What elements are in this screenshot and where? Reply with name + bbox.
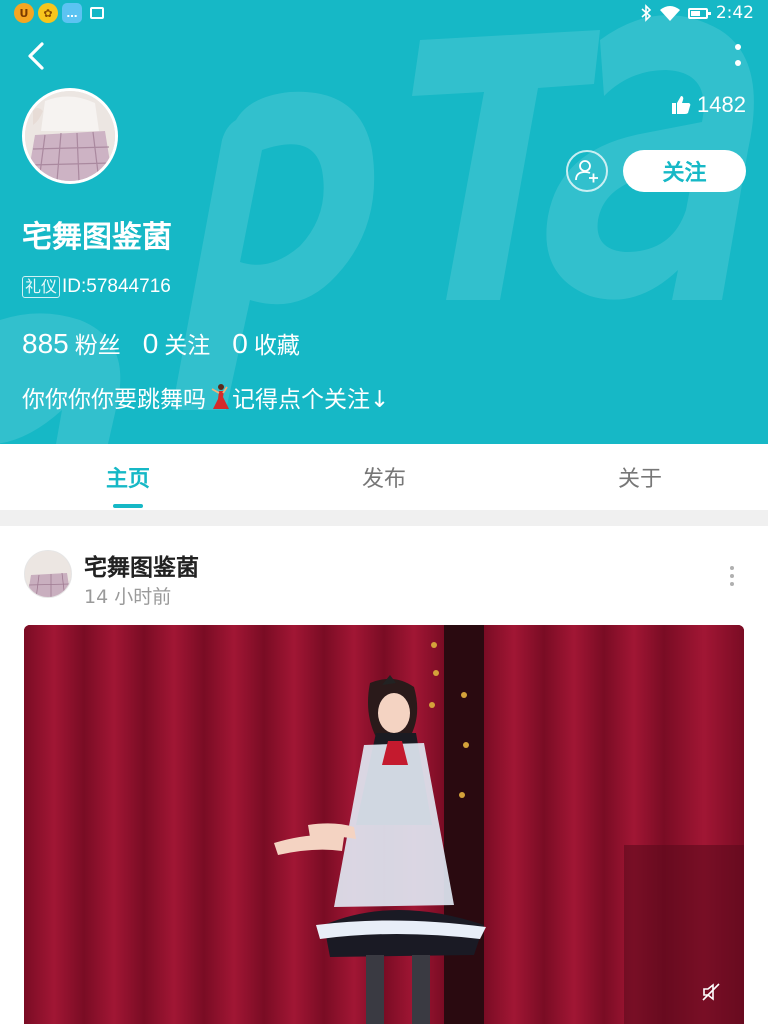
avatar-image: [25, 91, 115, 181]
chevron-left-icon: [28, 42, 44, 70]
add-friend-button[interactable]: [566, 150, 608, 192]
bio-text-end: 记得点个关注↓: [232, 387, 390, 413]
wifi-icon: [659, 6, 680, 21]
tab-about[interactable]: 关于: [512, 444, 768, 510]
profile-id: ID:57844716: [62, 276, 171, 297]
post-video[interactable]: [24, 625, 744, 1024]
mail-icon: [90, 7, 104, 19]
video-thumbnail: [24, 625, 744, 1024]
tab-posts[interactable]: 发布: [256, 444, 512, 510]
followers-label[interactable]: 粉丝: [75, 326, 121, 360]
dot-icon: [730, 582, 734, 586]
status-bar: U ✿ … 2:42: [0, 0, 768, 28]
u-app-icon: U: [14, 3, 34, 23]
profile-bio: 你你你你要跳舞吗 记得点个关注↓: [22, 380, 389, 414]
status-app-icons: U ✿ …: [14, 3, 104, 23]
profile-username: 宅舞图鉴菌: [22, 220, 172, 255]
more-options-button[interactable]: [732, 40, 744, 70]
dot-icon: [735, 44, 741, 50]
profile-avatar[interactable]: [22, 88, 118, 184]
status-indicators: 2:42: [640, 3, 754, 23]
likes-count: 1482: [697, 92, 746, 117]
profile-tabs: 主页 发布 关于: [0, 444, 768, 510]
followers-count[interactable]: 885: [22, 328, 69, 360]
avatar-image: [25, 551, 71, 597]
post-author-avatar[interactable]: [24, 550, 72, 598]
chat-app-icon: …: [62, 3, 82, 23]
status-time: 2:42: [715, 3, 754, 23]
post-more-button[interactable]: [730, 566, 736, 586]
favorites-count[interactable]: 0: [232, 328, 248, 360]
following-count[interactable]: 0: [143, 328, 159, 360]
dancer-emoji-icon: [211, 384, 229, 409]
thumbs-up-icon: [672, 96, 691, 114]
add-user-icon: [575, 160, 598, 183]
profile-stats: 885 粉丝 0 关注 0 收藏: [22, 326, 322, 360]
favorites-label[interactable]: 收藏: [254, 326, 300, 360]
likes-counter: 1482: [671, 92, 746, 118]
dot-icon: [730, 574, 734, 578]
etiquette-badge: 礼仪: [22, 276, 61, 298]
post-timestamp: 14 小时前: [84, 586, 172, 608]
bio-text-start: 你你你你要跳舞吗: [22, 387, 206, 413]
post-author-name[interactable]: 宅舞图鉴菌: [84, 548, 199, 582]
follow-button[interactable]: 关注: [623, 150, 746, 192]
mute-icon[interactable]: [700, 981, 722, 1003]
following-label[interactable]: 关注: [164, 326, 210, 360]
section-divider: [0, 510, 768, 526]
bluetooth-icon: [641, 4, 651, 22]
tab-home[interactable]: 主页: [0, 444, 256, 510]
dot-icon: [730, 566, 734, 570]
profile-header: U ✿ … 2:42 1482 关注 宅舞图鉴菌 礼仪 ID:57844716 …: [0, 0, 768, 444]
battery-icon: [687, 7, 711, 19]
profile-id-row: 礼仪 ID:57844716: [22, 274, 171, 300]
post-card: 宅舞图鉴菌 14 小时前: [0, 526, 768, 1024]
puzzle-app-icon: ✿: [38, 3, 58, 23]
dot-icon: [735, 60, 741, 66]
back-button[interactable]: [18, 38, 54, 74]
